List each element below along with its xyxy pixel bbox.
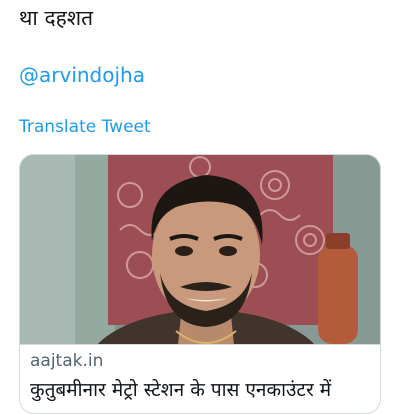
mention-link[interactable]: @arvindojha — [19, 63, 145, 87]
tweet-text-line: था दहशत — [19, 6, 94, 30]
link-preview-card[interactable]: aajtak.in कुतुबमीनार मेट्रो स्टेशन के पा… — [19, 154, 381, 414]
card-domain: aajtak.in — [30, 351, 104, 371]
card-thumbnail-image[interactable] — [20, 155, 380, 344]
card-headline: कुतुबमीनार मेट्रो स्टेशन के पास एनकाउंटर… — [30, 379, 332, 401]
photo-illustration — [20, 155, 380, 344]
translate-tweet-link[interactable]: Translate Tweet — [19, 117, 151, 137]
card-meta: aajtak.in कुतुबमीनार मेट्रो स्टेशन के पा… — [20, 344, 380, 413]
